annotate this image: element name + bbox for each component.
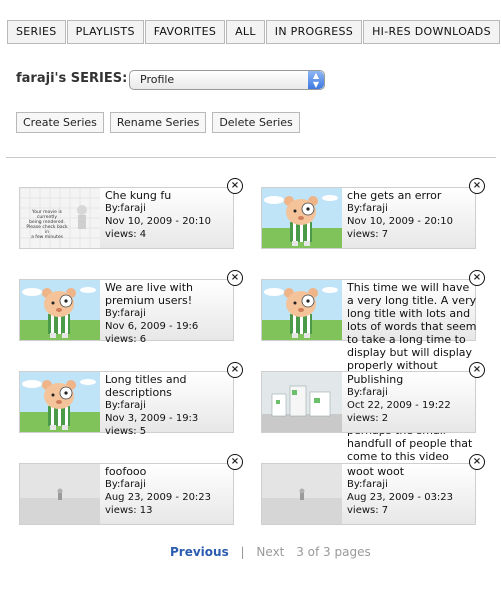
video-author: By:faraji	[105, 203, 146, 214]
pagination: Previous | Next 3 of 3 pages	[170, 545, 371, 559]
previous-link[interactable]: Previous	[170, 545, 229, 559]
tab-all[interactable]: ALL	[226, 20, 265, 44]
close-icon[interactable]: ×	[227, 270, 243, 286]
video-views: views: 7	[347, 229, 389, 240]
tab-playlists[interactable]: PLAYLISTS	[66, 20, 144, 44]
select-arrows-icon: ▲ ▼	[308, 71, 324, 89]
video-title[interactable]: We are live with premium users!	[105, 281, 233, 307]
video-title[interactable]: Che kung fu	[105, 189, 233, 202]
rendering-message: Your movie is currently being rendered. Pl…	[24, 210, 70, 240]
video-thumbnail[interactable]	[20, 280, 100, 340]
video-thumbnail[interactable]	[262, 372, 342, 432]
video-card[interactable]: foofooo By:faraji Aug 23, 2009 - 20:23 view…	[19, 463, 234, 525]
series-select[interactable]: Profile ▲ ▼	[129, 70, 325, 90]
video-title[interactable]: Publishing	[347, 373, 475, 386]
video-views: views: 7	[347, 505, 389, 516]
video-card[interactable]: Publishing By:faraji Oct 22, 2009 - 19:22 v…	[261, 371, 476, 433]
close-icon[interactable]: ×	[227, 454, 243, 470]
video-date: Nov 6, 2009 - 19:6	[105, 321, 199, 332]
video-views: views: 2	[347, 413, 389, 424]
divider	[6, 157, 496, 158]
video-card[interactable]: Long titles and descriptions By:faraji Nov…	[19, 371, 234, 437]
video-title[interactable]: che gets an error	[347, 189, 475, 202]
video-author: By:faraji	[347, 203, 388, 214]
close-icon[interactable]: ×	[227, 178, 243, 194]
page-count: 3 of 3 pages	[296, 545, 371, 559]
video-meta: We are live with premium users! By:faraji…	[105, 281, 233, 346]
video-date: Aug 23, 2009 - 20:23	[105, 492, 212, 503]
video-card[interactable]: This time we will have a very long title…	[261, 279, 477, 514]
video-thumbnail[interactable]: Your movie is currently being rendered. Pl…	[20, 188, 100, 248]
pager-separator: |	[240, 545, 245, 559]
close-icon[interactable]: ×	[227, 362, 243, 378]
page-title: faraji's SERIES:	[16, 71, 128, 86]
video-thumbnail[interactable]	[20, 372, 100, 432]
video-date: Aug 23, 2009 - 03:23	[347, 492, 454, 503]
video-card[interactable]: woot woot By:faraji Aug 23, 2009 - 03:23 vi…	[261, 463, 476, 525]
video-views: views: 4	[105, 229, 147, 240]
rendering-message-line: a few minutes	[31, 235, 63, 240]
top-tabs: SERIES PLAYLISTS FAVORITES ALL IN PROGRE…	[7, 20, 500, 44]
video-author: By:faraji	[347, 479, 388, 490]
video-title[interactable]: Long titles and descriptions	[105, 373, 233, 399]
rendering-message-line: Please check back in	[26, 225, 68, 235]
video-meta: che gets an error By:faraji Nov 10, 2009 -…	[347, 189, 475, 241]
video-meta: Publishing By:faraji Oct 22, 2009 - 19:22 v…	[347, 373, 475, 425]
video-views: views: 5	[105, 426, 147, 437]
series-actions: Create Series Rename Series Delete Serie…	[16, 112, 300, 133]
video-thumbnail[interactable]	[262, 464, 342, 524]
tab-in-progress[interactable]: IN PROGRESS	[265, 20, 363, 44]
video-date: Nov 10, 2009 - 20:10	[105, 216, 212, 227]
video-title[interactable]: woot woot	[347, 465, 475, 478]
video-card[interactable]: che gets an error By:faraji Nov 10, 2009 -…	[261, 187, 476, 249]
close-icon[interactable]: ×	[469, 270, 485, 286]
series-header: faraji's SERIES: Profile ▲ ▼	[16, 70, 325, 90]
close-icon[interactable]: ×	[469, 178, 485, 194]
tab-favorites[interactable]: FAVORITES	[144, 20, 226, 44]
rename-series-button[interactable]: Rename Series	[109, 112, 207, 133]
video-title[interactable]: foofooo	[105, 465, 233, 478]
video-views: views: 13	[105, 505, 153, 516]
video-card[interactable]: We are live with premium users! By:faraji…	[19, 279, 234, 345]
video-author: By:faraji	[105, 308, 146, 319]
video-thumbnail[interactable]	[262, 188, 342, 248]
tab-series[interactable]: SERIES	[7, 20, 66, 44]
rendering-message-line: Your movie is currently	[32, 210, 62, 220]
video-date: Nov 3, 2009 - 19:3	[105, 413, 199, 424]
video-author: By:faraji	[105, 400, 146, 411]
create-series-button[interactable]: Create Series	[16, 112, 104, 133]
video-author: By:faraji	[105, 479, 146, 490]
video-meta: foofooo By:faraji Aug 23, 2009 - 20:23 view…	[105, 465, 233, 517]
video-card[interactable]: Your movie is currently being rendered. Pl…	[19, 187, 234, 249]
video-meta: woot woot By:faraji Aug 23, 2009 - 03:23 vi…	[347, 465, 475, 517]
video-views: views: 6	[105, 334, 147, 345]
video-thumbnail[interactable]	[20, 464, 100, 524]
video-meta: Che kung fu By:faraji Nov 10, 2009 - 20:10…	[105, 189, 233, 241]
tab-hi-res-downloads[interactable]: HI-RES DOWNLOADS	[363, 20, 500, 44]
video-thumbnail[interactable]	[262, 280, 342, 340]
video-meta: Long titles and descriptions By:faraji Nov…	[105, 373, 233, 438]
delete-series-button[interactable]: Delete Series	[212, 112, 300, 133]
video-date: Nov 10, 2009 - 20:10	[347, 216, 454, 227]
next-link: Next	[256, 545, 285, 559]
close-icon[interactable]: ×	[469, 362, 485, 378]
video-date: Oct 22, 2009 - 19:22	[347, 400, 451, 411]
video-author: By:faraji	[347, 387, 388, 398]
series-select-value: Profile	[140, 73, 175, 86]
close-icon[interactable]: ×	[469, 454, 485, 470]
